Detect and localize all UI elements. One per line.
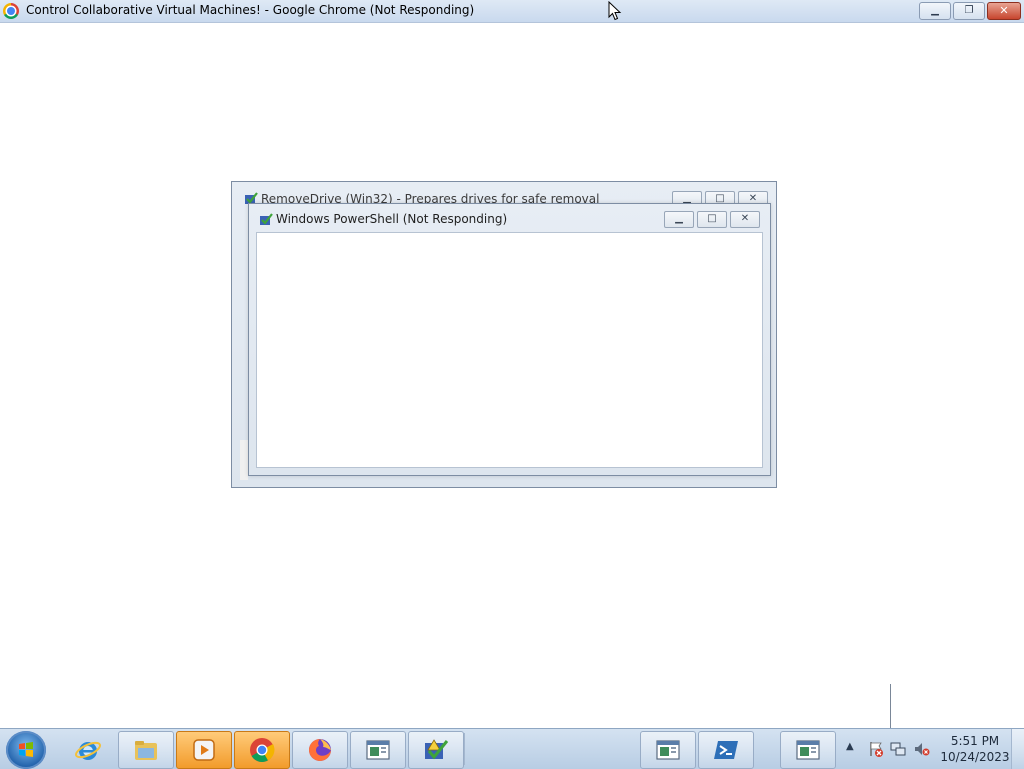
taskbar-clock[interactable]: 5:51 PM 10/24/2023 bbox=[940, 733, 1010, 765]
minimize-icon: ▁ bbox=[675, 213, 683, 224]
maximize-icon: □ bbox=[707, 213, 717, 224]
show-desktop-button[interactable] bbox=[1011, 729, 1024, 769]
taskbar-console-window-3[interactable] bbox=[780, 731, 836, 769]
powershell-close-button[interactable]: ✕ bbox=[730, 211, 760, 228]
close-icon: ✕ bbox=[740, 213, 750, 224]
action-center-warning-icon[interactable] bbox=[868, 741, 884, 757]
restore-icon: ❐ bbox=[964, 5, 974, 16]
powershell-client-area[interactable] bbox=[256, 232, 763, 468]
taskbar-file-explorer[interactable] bbox=[118, 731, 174, 769]
close-button[interactable]: ✕ bbox=[987, 2, 1021, 20]
ghost-window-frame bbox=[580, 684, 891, 733]
media-player-icon bbox=[193, 739, 215, 761]
powershell-maximize-button[interactable]: □ bbox=[697, 211, 727, 228]
taskbar-media-player[interactable] bbox=[176, 731, 232, 769]
powershell-window[interactable]: Windows PowerShell (Not Responding) ▁ □ … bbox=[248, 203, 771, 476]
taskbar-removedrive-app[interactable] bbox=[408, 731, 464, 769]
firefox-icon bbox=[309, 739, 331, 761]
restore-button[interactable]: ❐ bbox=[953, 2, 985, 20]
powershell-app-icon bbox=[260, 213, 273, 225]
windows-logo-icon bbox=[19, 742, 33, 757]
chrome-logo-icon[interactable] bbox=[3, 3, 19, 19]
volume-muted-icon[interactable] bbox=[914, 741, 930, 757]
close-icon: ✕ bbox=[999, 4, 1009, 17]
window-title: Control Collaborative Virtual Machines! … bbox=[26, 3, 475, 17]
powershell-controls: ▁ □ ✕ bbox=[664, 211, 760, 228]
system-tray: ▲ 5:51 PM 10/24/2023 bbox=[840, 729, 1024, 769]
folder-icon bbox=[135, 741, 157, 760]
minimize-icon: ▁ bbox=[931, 5, 939, 16]
show-hidden-icons-button[interactable]: ▲ bbox=[846, 741, 854, 752]
console-window-icon bbox=[366, 740, 390, 760]
removedrive-client-area bbox=[240, 440, 248, 480]
taskbar: ▲ 5:51 PM 10/24/2023 bbox=[0, 728, 1024, 769]
taskbar-chrome[interactable] bbox=[234, 731, 290, 769]
taskbar-firefox[interactable] bbox=[292, 731, 348, 769]
network-icon[interactable] bbox=[890, 741, 906, 757]
clock-time: 5:51 PM bbox=[950, 734, 1000, 748]
taskbar-console-window-2[interactable] bbox=[640, 731, 696, 769]
chrome-icon bbox=[250, 738, 275, 763]
taskbar-console-window[interactable] bbox=[350, 731, 406, 769]
clock-date: 10/24/2023 bbox=[940, 750, 1010, 764]
chrome-title-bar[interactable]: Control Collaborative Virtual Machines! … bbox=[0, 0, 1024, 23]
removedrive-icon bbox=[425, 739, 449, 760]
taskbar-internet-explorer[interactable] bbox=[60, 731, 116, 769]
console-window-icon bbox=[796, 740, 820, 760]
start-button[interactable] bbox=[6, 731, 46, 769]
console-window-icon bbox=[656, 740, 680, 760]
internet-explorer-icon bbox=[75, 741, 101, 760]
powershell-minimize-button[interactable]: ▁ bbox=[664, 211, 694, 228]
powershell-title: Windows PowerShell (Not Responding) bbox=[276, 212, 508, 226]
powershell-icon bbox=[714, 741, 738, 759]
taskbar-separator bbox=[464, 733, 465, 765]
window-controls: ▁ ❐ ✕ bbox=[919, 2, 1021, 20]
mouse-cursor-icon bbox=[608, 1, 622, 21]
taskbar-powershell[interactable] bbox=[698, 731, 754, 769]
minimize-button[interactable]: ▁ bbox=[919, 2, 951, 20]
